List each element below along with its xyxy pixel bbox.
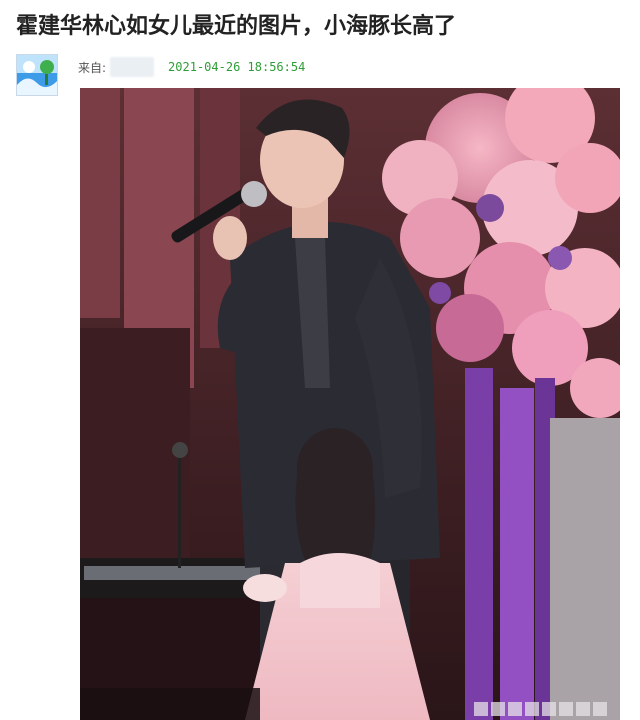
- post-title[interactable]: 霍建华林心如女儿最近的图片，小海豚长高了: [16, 10, 626, 44]
- avatar-landscape-icon: [17, 55, 57, 95]
- photo-watermark: [470, 690, 620, 720]
- post-photo[interactable]: [80, 88, 620, 720]
- post-meta: 来自: 2021-04-26 18:56:54: [78, 54, 305, 80]
- source-label: 来自:: [78, 60, 107, 75]
- stage-photo-illustration: [80, 88, 620, 720]
- post-timestamp: 2021-04-26 18:56:54: [168, 60, 306, 74]
- user-avatar[interactable]: [16, 54, 58, 96]
- source-name-blurred[interactable]: [110, 57, 155, 77]
